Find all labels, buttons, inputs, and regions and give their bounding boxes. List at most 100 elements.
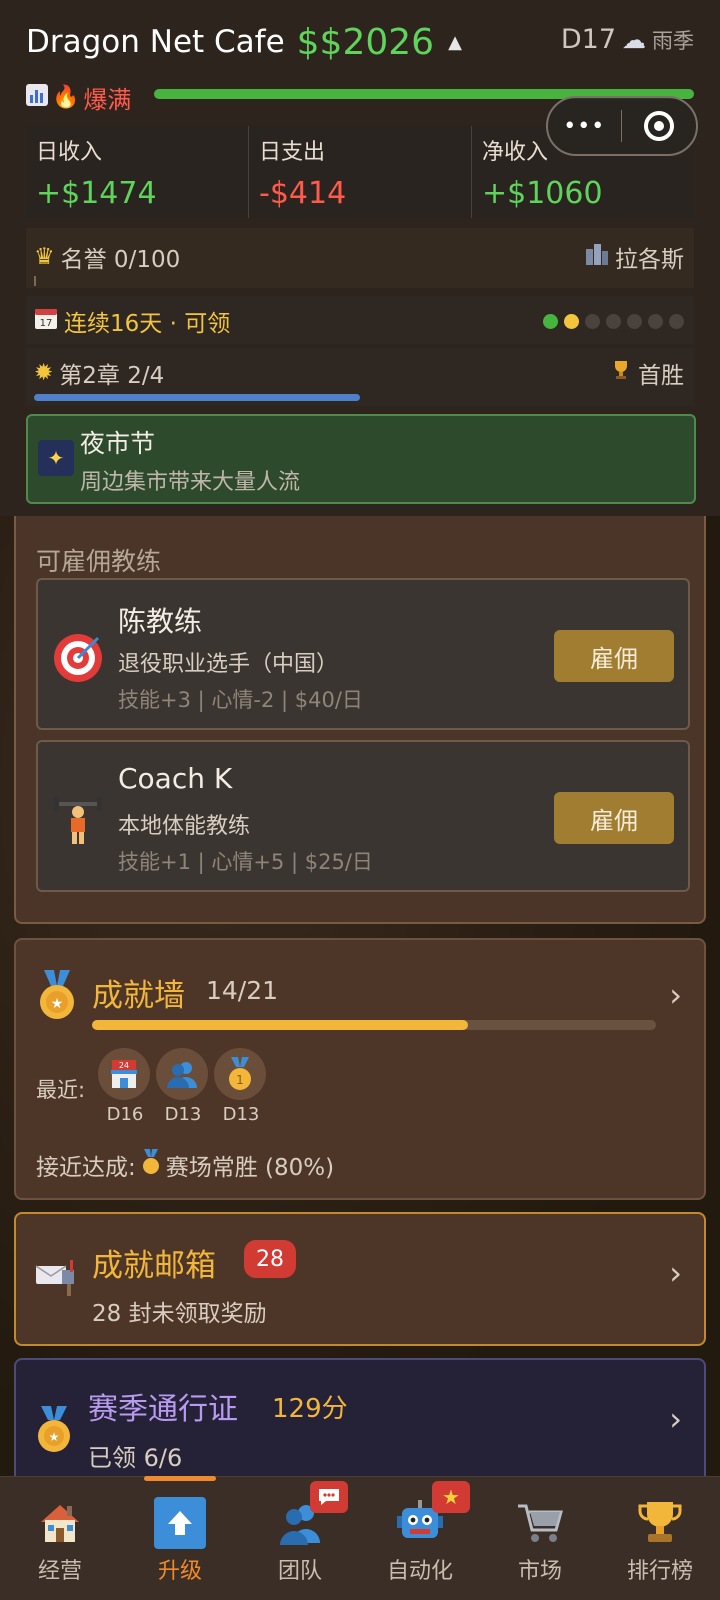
recent-achievement[interactable]: 1 D13	[214, 1048, 268, 1125]
bottom-nav: 经营 升级 团队 ★ 自动化 市场 排行榜	[0, 1476, 720, 1600]
fame-info: ♛ 名誉 0/100	[34, 240, 180, 274]
house-icon	[0, 1497, 120, 1549]
achievement-mailbox[interactable]: 成就邮箱 28 28 封未领取奖励 ›	[14, 1212, 706, 1346]
medal-icon: ★	[36, 970, 78, 1032]
season-pass-title: 赛季通行证	[88, 1392, 238, 1427]
expense-label: 日支出	[259, 140, 326, 165]
fire-icon: 🔥	[52, 85, 80, 110]
expand-arrow-icon[interactable]: ▲	[448, 32, 462, 53]
trophy-icon	[600, 1497, 720, 1549]
gold-medal-icon: 1	[214, 1048, 266, 1100]
capacity-label: 爆满	[83, 86, 132, 114]
chevron-right-icon[interactable]: ›	[669, 976, 682, 1014]
streak-dot	[669, 314, 684, 329]
income-value: +$1474	[36, 176, 157, 211]
event-desc: 周边集市带来大量人流	[80, 470, 301, 495]
expense-stat: 日支出 -$414	[249, 126, 472, 218]
coach-card: Coach K 本地体能教练 技能+1 | 心情+5 | $25/日 雇佣	[36, 740, 690, 892]
nav-label: 经营	[37, 1559, 82, 1584]
recent-day: D13	[222, 1104, 260, 1125]
chapter-row[interactable]: ✹ 第2章 2/4 首胜	[26, 348, 694, 406]
nav-label: 团队	[277, 1559, 322, 1584]
recent-label: 最近:	[36, 1078, 86, 1102]
cloud-icon: ☁	[622, 25, 646, 54]
chat-badge-icon	[310, 1481, 348, 1513]
hire-button[interactable]: 雇佣	[554, 792, 674, 844]
streak-label: 连续16天 · 可领	[64, 311, 231, 337]
login-streak-row[interactable]: 17 连续16天 · 可领	[26, 296, 694, 344]
crown-icon: ♛	[34, 244, 55, 270]
coach-panel: 可雇佣教练 陈教练 退役职业选手（中国） 技能+3 | 心情-2 | $40/日…	[14, 506, 706, 924]
near-label: 接近达成:	[36, 1155, 136, 1181]
recent-day: D13	[164, 1104, 202, 1125]
mailbox-count-badge: 28	[244, 1240, 296, 1278]
svg-text:1: 1	[236, 1073, 244, 1087]
recent-achievement[interactable]: 24 D16	[98, 1048, 152, 1125]
mailbox-icon	[34, 1258, 78, 1307]
chapter-reward-label: 首胜	[638, 363, 684, 389]
title-row: Dragon Net Cafe $$2026 ▲	[26, 20, 462, 64]
svg-text:★: ★	[49, 1430, 60, 1444]
cafe-name: Dragon Net Cafe	[26, 24, 285, 60]
chevron-right-icon[interactable]: ›	[669, 1254, 682, 1292]
achievement-wall[interactable]: ★ 成就墙 14/21 › 最近: 24 D16 D13 1 D13 接近达成:…	[14, 938, 706, 1200]
chapter-progress-bar	[34, 394, 360, 401]
chevron-right-icon[interactable]: ›	[669, 1400, 682, 1438]
streak-dot	[606, 314, 621, 329]
close-target-icon[interactable]	[622, 111, 696, 141]
chart-icon	[26, 84, 48, 111]
calendar-icon: 17	[34, 306, 58, 336]
recent-achievement[interactable]: D13	[156, 1048, 210, 1125]
nav-item-automation[interactable]: ★ 自动化	[360, 1477, 480, 1600]
weightlifter-icon	[50, 792, 106, 848]
achievement-count: 14/21	[206, 976, 279, 1005]
coach-desc: 退役职业选手（中国）	[118, 652, 339, 677]
nav-item-market[interactable]: 市场	[480, 1477, 600, 1600]
coach-panel-title: 可雇佣教练	[36, 547, 162, 576]
nav-item-team[interactable]: 团队	[240, 1477, 360, 1600]
status-header: Dragon Net Cafe $$2026 ▲ D17 ☁ 雨季 🔥 爆满 •…	[0, 0, 720, 516]
nav-label: 市场	[517, 1559, 562, 1584]
near-text: 赛场常胜 (80%)	[165, 1155, 335, 1181]
nav-item-leaderboard[interactable]: 排行榜	[600, 1477, 720, 1600]
svg-text:24: 24	[119, 1061, 129, 1070]
season-pass-points: 129分	[272, 1394, 348, 1424]
season-pass[interactable]: ★ 赛季通行证 129分 已领 6/6 ›	[14, 1358, 706, 1488]
mailbox-title: 成就邮箱	[92, 1248, 216, 1284]
fame-label: 名誉 0/100	[60, 247, 181, 273]
streak-dot	[564, 314, 579, 329]
chapter-label: 第2章 2/4	[59, 363, 165, 389]
nav-item-upgrade[interactable]: 升级	[120, 1476, 240, 1600]
income-label: 日收入	[36, 140, 103, 165]
money-display: $$2026	[296, 21, 435, 63]
day-counter: D17	[560, 24, 616, 55]
streak-dot	[627, 314, 642, 329]
svg-text:★: ★	[51, 996, 64, 1012]
night-market-icon: ✦	[38, 440, 74, 476]
chapter-reward: 首胜	[610, 356, 684, 390]
coach-name: Coach K	[118, 762, 233, 795]
target-icon	[50, 630, 106, 686]
event-banner[interactable]: ✦ 夜市节 周边集市带来大量人流	[26, 414, 696, 504]
capacity-status: 🔥 爆满	[26, 80, 131, 115]
recent-day: D16	[106, 1104, 144, 1125]
mailbox-desc: 28 封未领取奖励	[92, 1301, 267, 1327]
fame-row[interactable]: ♛ 名誉 0/100 拉各斯	[26, 228, 694, 288]
more-options-icon[interactable]: •••	[548, 114, 621, 139]
streak-info: 17 连续16天 · 可领	[34, 304, 230, 338]
event-title: 夜市节	[80, 429, 156, 458]
achievement-progress-fill	[92, 1020, 469, 1030]
coach-name: 陈教练	[118, 605, 203, 638]
weather-label: 雨季	[652, 28, 694, 53]
sun-icon: ✹	[34, 360, 54, 386]
coach-desc: 本地体能教练	[118, 814, 251, 839]
nav-label: 排行榜	[626, 1559, 693, 1584]
hire-button[interactable]: 雇佣	[554, 630, 674, 682]
season-pass-desc: 已领 6/6	[88, 1444, 183, 1472]
people-icon	[156, 1048, 208, 1100]
near-achievement: 接近达成: 赛场常胜 (80%)	[36, 1148, 334, 1182]
nav-item-manage[interactable]: 经营	[0, 1477, 120, 1600]
income-stat: 日收入 +$1474	[26, 126, 249, 218]
svg-text:17: 17	[40, 318, 53, 329]
cart-icon	[480, 1497, 600, 1549]
